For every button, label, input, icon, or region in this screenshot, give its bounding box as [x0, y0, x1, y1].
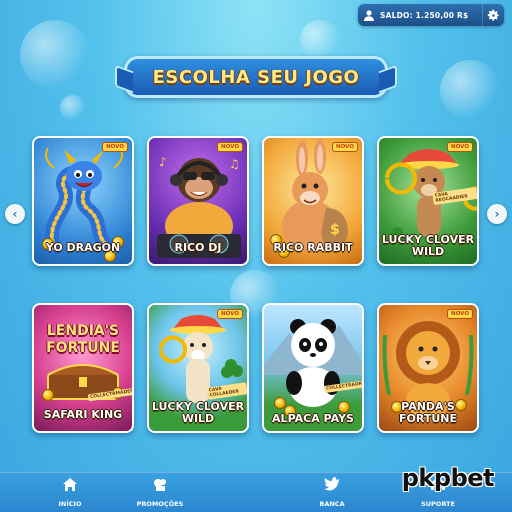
game-title: LUCKY CLOVER WILD — [381, 233, 475, 258]
game-title: PANDA'S FORTUNE — [399, 400, 457, 425]
new-badge: NOVO — [332, 142, 358, 152]
new-badge: NOVO — [447, 309, 473, 319]
game-title: SAFARI KING — [43, 408, 123, 421]
nav-item-inicio[interactable]: INÍCIO — [40, 475, 100, 508]
nav-item-banca[interactable]: BANCA — [302, 475, 362, 508]
game-title: RICO RABBIT — [273, 241, 353, 254]
title-banner: ESCOLHA SEU JOGO — [124, 56, 388, 98]
svg-text:$: $ — [330, 222, 340, 238]
brand-watermark: pkpbet — [401, 464, 495, 492]
game-title: ALPACA PAYS — [272, 412, 354, 425]
game-card-yo-dragon[interactable]: NOVO YO DRAGON — [32, 136, 134, 266]
nav-label: SUPORTE — [421, 500, 455, 508]
game-art-title: LENDIA'S FORTUNE — [46, 323, 120, 356]
bird-icon — [324, 477, 339, 491]
background-bubble — [300, 20, 340, 60]
nav-label: PROMOÇÕES — [136, 500, 184, 508]
home-icon — [63, 477, 77, 491]
svg-text:♫: ♫ — [229, 157, 240, 171]
balance-bar: SALDO: 1.250,00 R$ — [358, 4, 504, 26]
balance-label: SALDO: 1.250,00 R$ — [380, 10, 469, 20]
nav-label: INÍCIO — [58, 500, 82, 508]
new-badge: NOVO — [217, 309, 243, 319]
chevron-left-icon: ‹ — [12, 207, 18, 221]
user-icon[interactable] — [358, 4, 380, 26]
game-title: RICO DJ — [174, 241, 222, 254]
game-card-rico-dj[interactable]: ♪ ♫ NOVO RICO DJ — [147, 136, 249, 266]
gear-icon — [487, 9, 499, 21]
game-card-lucky-clover-wild[interactable]: CAVA REOCAADIER NOVO LUCKY CLOVER WILD — [377, 136, 479, 266]
background-bubble — [20, 20, 90, 90]
nav-item-promocoes[interactable]: PROMOÇÕES — [130, 475, 190, 508]
carousel-next-button[interactable]: › — [487, 204, 507, 224]
game-card-safari-king[interactable]: LENDIA'S FORTUNE COLLECTRMADER SAFARI KI… — [32, 303, 134, 433]
game-title: YO DRAGON — [45, 241, 121, 254]
gift-icon — [154, 478, 166, 491]
game-card-pandas-fortune[interactable]: NOVO PANDA'S FORTUNE — [377, 303, 479, 433]
nav-label: BANCA — [319, 500, 345, 508]
new-badge: NOVO — [217, 142, 243, 152]
chevron-right-icon: › — [494, 207, 500, 221]
svg-text:♪: ♪ — [159, 155, 167, 169]
background-bubble — [60, 95, 86, 121]
game-card-lucky-clover-wild-2[interactable]: CAVA COLLAEDER NOVO LUCKY CLOVER WILD — [147, 303, 249, 433]
page-title: ESCOLHA SEU JOGO — [152, 66, 360, 88]
game-title: LUCKY CLOVER WILD — [151, 400, 245, 425]
new-badge: NOVO — [102, 142, 128, 152]
game-card-alpaca-pays[interactable]: COLLECTRADRS ALPACA PAYS — [262, 303, 364, 433]
settings-button[interactable] — [482, 4, 504, 26]
background-bubble — [440, 60, 500, 120]
new-badge: NOVO — [447, 142, 473, 152]
carousel-prev-button[interactable]: ‹ — [5, 204, 25, 224]
game-card-rico-rabbit[interactable]: $ RICO RABBIT NOVO — [262, 136, 364, 266]
